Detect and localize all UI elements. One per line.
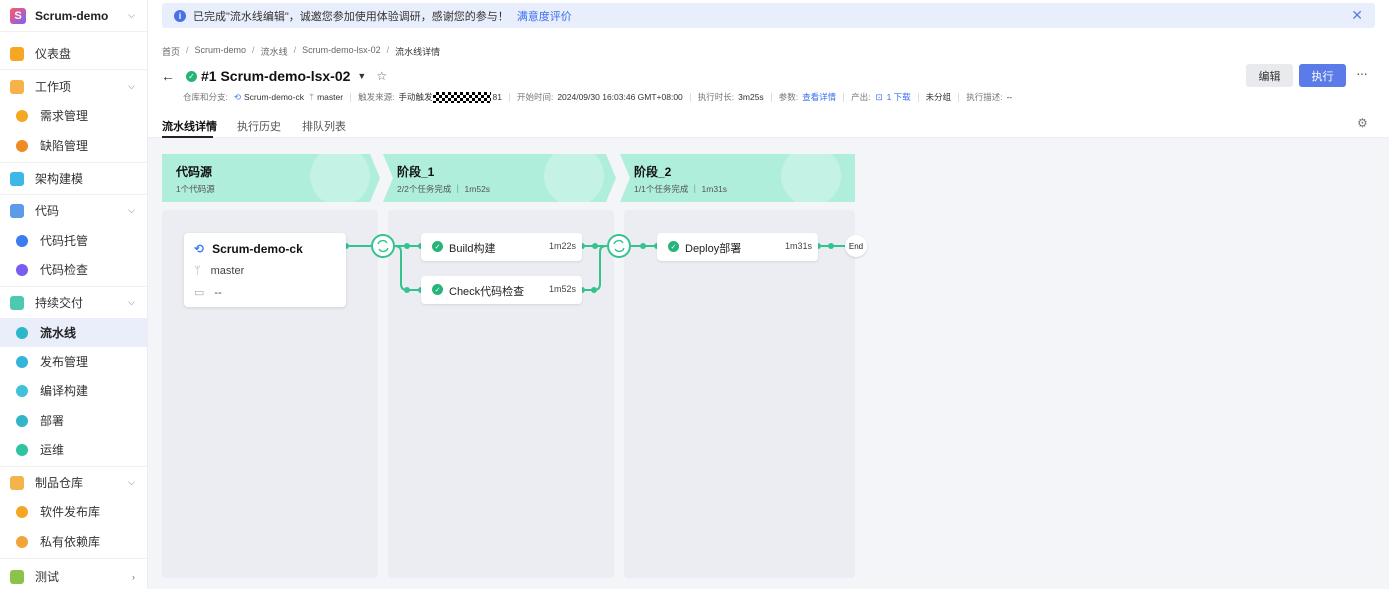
job-card-deploy[interactable]: ✓ Deploy部署 1m31s [657,233,818,261]
repo-icon: ⟲ [194,242,205,256]
package-icon: ▭ [194,287,205,299]
job-card-build[interactable]: ✓ Build构建 1m22s [421,233,582,261]
job-duration: 1m31s [784,241,812,251]
job-card-check[interactable]: ✓ Check代码检查 1m52s [421,276,582,304]
end-node: End [845,235,867,257]
job-name: Build构建 [449,243,496,255]
source-repo-name: Scrum-demo-ck [212,242,303,256]
job-name: Deploy部署 [685,243,742,255]
job-duration: 1m52s [548,284,576,294]
source-extra: -- [214,286,222,299]
job-duration: 1m22s [548,241,576,251]
source-card[interactable]: ⟲ Scrum-demo-ck ᛘ master ▭ -- [184,233,346,307]
source-branch: master [210,265,245,277]
success-icon: ✓ [432,241,443,252]
success-icon: ✓ [668,241,679,252]
success-icon: ✓ [432,284,443,295]
branch-icon: ᛘ [194,265,201,277]
job-name: Check代码检查 [449,286,525,298]
